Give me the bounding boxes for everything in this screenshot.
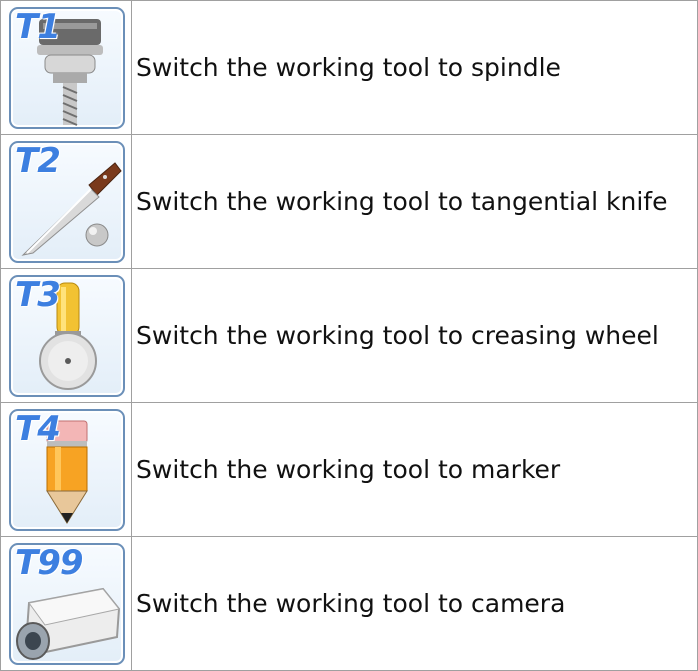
tool-description: Switch the working tool to creasing whee…	[131, 268, 698, 403]
tool-code-label: T2	[15, 140, 61, 181]
tool-description: Switch the working tool to camera	[131, 536, 698, 671]
camera-icon: T99	[9, 542, 125, 665]
tool-icon-cell: T99	[0, 536, 132, 671]
table-row: T99 Switch the working tool to camera	[0, 536, 698, 671]
table-row: T4 Switch the working tool to marker	[0, 402, 698, 537]
creasing-wheel-icon: T3	[9, 274, 125, 397]
tool-code-label: T3	[15, 274, 61, 315]
tool-icon-cell: T4	[0, 402, 132, 537]
knife-icon: T2	[9, 140, 125, 263]
tool-icon-cell: T1	[0, 0, 132, 135]
table-row: T2 Switch the working tool to tangential…	[0, 134, 698, 269]
spindle-icon: T1	[9, 6, 125, 129]
tool-icon-cell: T3	[0, 268, 132, 403]
tool-table: T1 Switch the working tool to spindle T2	[0, 0, 698, 671]
tool-code-label: T99	[15, 542, 84, 583]
tool-description: Switch the working tool to tangential kn…	[131, 134, 698, 269]
tool-description: Switch the working tool to marker	[131, 402, 698, 537]
tool-icon-cell: T2	[0, 134, 132, 269]
table-row: T1 Switch the working tool to spindle	[0, 0, 698, 135]
tool-code-label: T1	[15, 6, 61, 47]
tool-description: Switch the working tool to spindle	[131, 0, 698, 135]
table-row: T3 Switch the working tool to creasing w…	[0, 268, 698, 403]
tool-code-label: T4	[15, 408, 61, 449]
pencil-marker-icon: T4	[9, 408, 125, 531]
